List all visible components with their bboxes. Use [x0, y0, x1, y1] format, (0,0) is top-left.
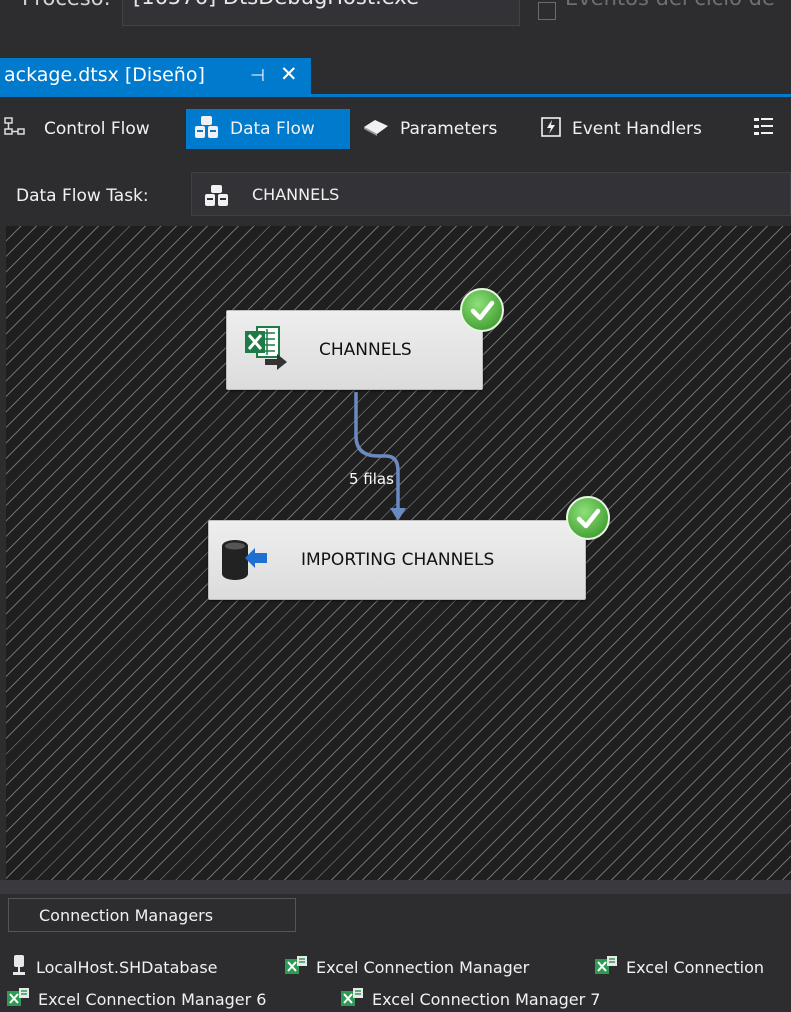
event-handlers-icon: [540, 116, 562, 143]
parameters-icon: [362, 117, 390, 142]
data-flow-task-select[interactable]: CHANNELS: [191, 172, 791, 216]
process-select[interactable]: [16576] DtsDebugHost.exe ▼: [122, 0, 520, 26]
oledb-connection-icon: [10, 954, 28, 980]
success-check-icon: [566, 496, 610, 540]
designer-tabs: Control Flow Data Flow Parameters Event …: [0, 97, 791, 163]
connection-item-label: Excel Connection Manager 7: [372, 989, 601, 1009]
tab-parameters-label: Parameters: [400, 119, 498, 139]
excel-connection-icon: [6, 986, 30, 1012]
tab-event-handlers-label: Event Handlers: [572, 119, 702, 139]
events-checkbox[interactable]: [538, 2, 556, 20]
tab-data-flow[interactable]: Data Flow: [186, 109, 350, 149]
connection-item[interactable]: Excel Connection: [594, 954, 764, 980]
package-explorer-icon: [752, 115, 776, 144]
document-tab[interactable]: ackage.dtsx [Diseño] ⊣ ✕: [0, 58, 311, 96]
excel-connection-icon: [284, 954, 308, 980]
database-destination-icon: [219, 539, 269, 585]
data-flow-task-row: Data Flow Task: CHANNELS: [0, 172, 791, 218]
data-flow-canvas[interactable]: 5 filas CHANNELS IMPORTING CHANNELS: [6, 226, 791, 880]
connection-item[interactable]: Excel Connection Manager: [284, 954, 529, 980]
events-label: Eventos del ciclo de: [565, 0, 775, 10]
data-path-label: 5 filas: [349, 470, 394, 488]
data-flow-icon: [194, 114, 220, 145]
database-destination-node[interactable]: IMPORTING CHANNELS: [208, 520, 586, 600]
data-flow-task-value: CHANNELS: [252, 185, 340, 204]
data-flow-task-label: Data Flow Task:: [16, 186, 149, 206]
connection-item-label: Excel Connection Manager 6: [38, 989, 267, 1009]
panel-splitter[interactable]: [0, 880, 791, 894]
connection-item[interactable]: LocalHost.SHDatabase: [10, 954, 218, 980]
control-flow-icon: [4, 116, 34, 143]
connection-item[interactable]: Excel Connection Manager 6: [6, 986, 266, 1012]
connection-item-label: Excel Connection: [626, 957, 764, 977]
connection-managers-panel: Connection Managers LocalHost.SHDatabase…: [0, 880, 791, 1011]
tab-control-flow-label: Control Flow: [44, 119, 150, 139]
process-label: Proceso:: [22, 0, 111, 10]
tab-parameters[interactable]: Parameters: [362, 109, 530, 149]
document-tab-title: ackage.dtsx [Diseño]: [4, 64, 205, 86]
document-tab-row: ackage.dtsx [Diseño] ⊣ ✕: [0, 48, 791, 96]
tab-package-explorer[interactable]: [752, 109, 791, 149]
excel-source-icon: [243, 325, 289, 377]
excel-source-node[interactable]: CHANNELS: [226, 310, 483, 390]
tab-event-handlers[interactable]: Event Handlers: [540, 109, 740, 149]
process-select-value: [16576] DtsDebugHost.exe: [133, 0, 419, 9]
connection-item[interactable]: Excel Connection Manager 7: [340, 986, 600, 1012]
tab-connection-managers-label: Connection Managers: [39, 906, 214, 925]
excel-connection-icon: [340, 986, 364, 1012]
connection-item-label: LocalHost.SHDatabase: [36, 957, 218, 977]
close-icon[interactable]: ✕: [280, 62, 298, 86]
excel-connection-icon: [594, 954, 618, 980]
excel-source-label: CHANNELS: [319, 340, 412, 360]
database-destination-label: IMPORTING CHANNELS: [301, 550, 495, 570]
tab-connection-managers[interactable]: Connection Managers: [8, 898, 296, 932]
pin-icon[interactable]: ⊣: [250, 66, 265, 86]
tab-data-flow-label: Data Flow: [230, 119, 315, 139]
success-check-icon: [460, 288, 504, 332]
connection-item-label: Excel Connection Manager: [316, 957, 530, 977]
data-flow-task-icon: [204, 185, 230, 211]
process-bar: Proceso: [16576] DtsDebugHost.exe ▼ Even…: [0, 0, 791, 34]
tab-control-flow[interactable]: Control Flow: [0, 109, 182, 149]
